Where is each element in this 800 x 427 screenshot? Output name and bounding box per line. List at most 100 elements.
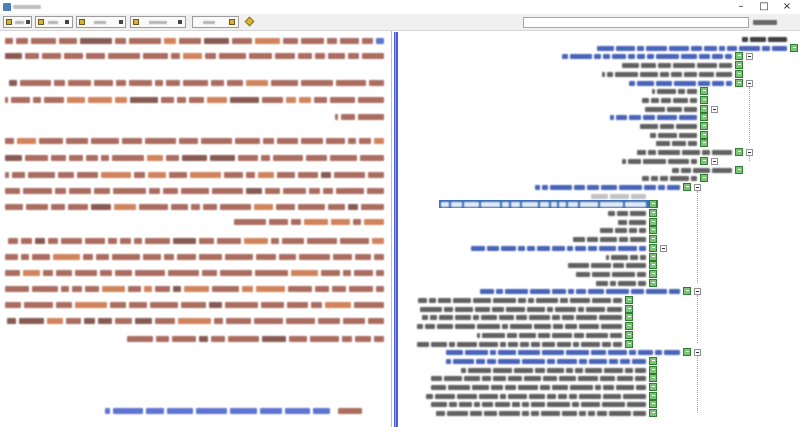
illegible-word bbox=[33, 97, 41, 103]
collapse-toggle-icon[interactable] bbox=[746, 53, 753, 61]
illegible-word bbox=[719, 63, 732, 69]
collapse-toggle-icon[interactable] bbox=[694, 288, 701, 296]
tree-node[interactable] bbox=[400, 139, 800, 148]
tree-node[interactable] bbox=[400, 400, 800, 409]
tree-node[interactable] bbox=[400, 252, 800, 262]
illegible-word bbox=[679, 115, 697, 121]
toolbar-button-1[interactable] bbox=[3, 16, 32, 28]
tree-node[interactable] bbox=[400, 356, 800, 366]
tree-node[interactable] bbox=[400, 217, 800, 227]
tree-node[interactable] bbox=[400, 330, 800, 340]
collapse-toggle-icon[interactable] bbox=[660, 244, 667, 252]
tree-node[interactable] bbox=[400, 243, 800, 253]
tree-node[interactable] bbox=[400, 269, 800, 279]
illegible-word bbox=[353, 219, 361, 225]
tree-node[interactable] bbox=[400, 192, 800, 201]
tree-node[interactable] bbox=[400, 409, 800, 418]
illegible-word bbox=[639, 228, 646, 234]
tree-node[interactable] bbox=[400, 313, 800, 322]
tree-node[interactable] bbox=[400, 278, 800, 288]
illegible-word bbox=[232, 38, 252, 44]
illegible-word bbox=[91, 204, 111, 210]
illegible-word bbox=[214, 318, 223, 324]
tree-node[interactable] bbox=[400, 148, 800, 157]
illegible-word bbox=[573, 237, 585, 243]
collapse-toggle-icon[interactable] bbox=[746, 149, 753, 157]
illegible-word bbox=[5, 38, 13, 44]
toolbar-dropdown-1[interactable] bbox=[76, 16, 126, 28]
tree-node[interactable] bbox=[400, 52, 800, 61]
illegible-word bbox=[542, 350, 564, 356]
search-input[interactable] bbox=[523, 17, 749, 28]
tree-node-selected[interactable] bbox=[400, 200, 800, 209]
tree-node[interactable] bbox=[400, 261, 800, 270]
illegible-word bbox=[610, 193, 629, 199]
tree-node[interactable] bbox=[400, 87, 800, 96]
tree-node[interactable] bbox=[400, 391, 800, 401]
tree-node-label bbox=[422, 313, 622, 322]
tree-node[interactable] bbox=[400, 165, 800, 175]
illegible-word bbox=[139, 204, 168, 210]
illegible-word bbox=[171, 204, 188, 210]
tree-node[interactable] bbox=[400, 78, 800, 88]
illegible-word bbox=[51, 155, 66, 161]
tree-node[interactable] bbox=[400, 130, 800, 140]
collapse-toggle-icon[interactable] bbox=[746, 79, 753, 87]
tree-node[interactable] bbox=[400, 339, 800, 349]
illegible-word bbox=[648, 150, 656, 156]
tree-node[interactable] bbox=[400, 365, 800, 375]
tree-node[interactable] bbox=[400, 182, 800, 192]
tree-node[interactable] bbox=[400, 61, 800, 70]
illegible-word bbox=[453, 358, 474, 364]
title-bar[interactable]: – □ × bbox=[0, 0, 800, 14]
tree-node[interactable] bbox=[400, 69, 800, 79]
toolbar-button-3[interactable] bbox=[192, 16, 239, 28]
tree-node[interactable] bbox=[400, 35, 800, 44]
tree-node[interactable] bbox=[400, 296, 800, 305]
tree-node[interactable] bbox=[400, 113, 800, 122]
star-icon[interactable] bbox=[244, 16, 255, 27]
illegible-word bbox=[455, 324, 475, 330]
table-of-contents-tree[interactable] bbox=[400, 31, 800, 427]
collapse-toggle-icon[interactable] bbox=[694, 349, 701, 357]
illegible-word bbox=[235, 138, 260, 144]
toolbar-dropdown-2[interactable] bbox=[130, 16, 186, 28]
tree-node[interactable] bbox=[400, 174, 800, 183]
book-text-pane[interactable] bbox=[0, 31, 392, 427]
illegible-word bbox=[575, 367, 583, 373]
tree-node[interactable] bbox=[400, 209, 800, 218]
tree-node[interactable] bbox=[400, 348, 800, 357]
tree-node[interactable] bbox=[400, 95, 800, 105]
close-button[interactable]: × bbox=[776, 0, 798, 14]
tree-node[interactable] bbox=[400, 235, 800, 244]
illegible-word bbox=[637, 271, 646, 277]
tree-node[interactable] bbox=[400, 43, 800, 53]
tree-node[interactable] bbox=[400, 374, 800, 383]
collapse-toggle-icon[interactable] bbox=[711, 105, 718, 113]
illegible-word bbox=[336, 188, 364, 194]
tree-node[interactable] bbox=[400, 383, 800, 392]
collapse-toggle-icon[interactable] bbox=[711, 157, 718, 165]
book-page-icon bbox=[735, 148, 743, 157]
tree-node[interactable] bbox=[400, 122, 800, 131]
illegible-word bbox=[422, 315, 428, 321]
tree-node[interactable] bbox=[400, 304, 800, 314]
tree-node[interactable] bbox=[400, 322, 800, 331]
tree-node[interactable] bbox=[400, 226, 800, 235]
illegible-word bbox=[547, 358, 555, 364]
tree-node[interactable] bbox=[400, 104, 800, 114]
illegible-word bbox=[772, 45, 787, 51]
tree-node[interactable] bbox=[400, 156, 800, 166]
minimize-button[interactable]: – bbox=[730, 0, 752, 14]
tree-node-label bbox=[576, 270, 646, 279]
collapse-toggle-icon[interactable] bbox=[694, 183, 701, 191]
maximize-button[interactable]: □ bbox=[753, 0, 775, 14]
book-page-icon bbox=[649, 400, 657, 409]
tree-node[interactable] bbox=[400, 287, 800, 296]
illegible-word bbox=[368, 318, 384, 324]
toolbar-button-2[interactable] bbox=[35, 16, 73, 28]
illegible-word bbox=[169, 172, 187, 178]
illegible-word bbox=[660, 71, 669, 77]
illegible-word bbox=[498, 350, 516, 356]
illegible-word bbox=[155, 318, 175, 324]
